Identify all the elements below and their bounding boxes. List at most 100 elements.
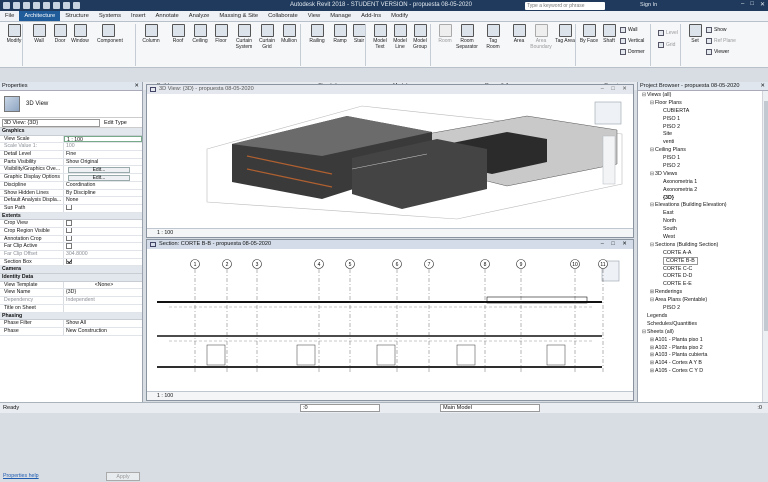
property-value[interactable] bbox=[64, 220, 142, 227]
grid-bubble[interactable]: 4 bbox=[314, 259, 324, 375]
section-canvas[interactable]: 1 2 3 4 5 6 7 8 9 10 11 bbox=[147, 249, 633, 392]
tree-node[interactable]: ⊟Floor Plans bbox=[638, 100, 768, 108]
view-type-dropdown[interactable]: 3D View: {3D} bbox=[2, 118, 100, 127]
edit-button[interactable]: Edit... bbox=[68, 175, 130, 181]
area-boundary-button[interactable]: Area Boundary bbox=[530, 24, 552, 50]
tree-node[interactable]: CORTE D-D bbox=[638, 273, 768, 281]
property-value[interactable]: Show Original bbox=[64, 159, 142, 166]
view-control-bar[interactable]: 1 : 100 bbox=[147, 391, 633, 400]
property-value[interactable]: Fine bbox=[64, 151, 142, 158]
railing-button[interactable]: Railing bbox=[306, 24, 328, 44]
tree-node[interactable]: PISO 1 bbox=[638, 116, 768, 124]
property-value[interactable]: Coordination bbox=[64, 182, 142, 189]
level-button[interactable]: Level bbox=[658, 30, 678, 36]
model-line-button[interactable]: Model Line bbox=[389, 24, 411, 50]
by-face-button[interactable]: By Face bbox=[578, 24, 600, 44]
section-view-window[interactable]: Section: CORTE B-B - propuesta 08-05-202… bbox=[146, 239, 634, 401]
property-value[interactable]: Edit... bbox=[64, 174, 142, 181]
tree-node[interactable]: CORTE E-E bbox=[638, 281, 768, 289]
tree-node[interactable]: ⊞A102 - Planta piso 2 bbox=[638, 345, 768, 353]
property-value[interactable]: <None> bbox=[64, 282, 142, 289]
measure-icon[interactable] bbox=[63, 2, 70, 9]
open-icon[interactable] bbox=[13, 2, 20, 9]
design-option-dropdown[interactable]: Main Model bbox=[440, 404, 540, 412]
grid-bubble[interactable]: 10 bbox=[570, 259, 580, 375]
property-value[interactable]: {3D} bbox=[64, 289, 142, 296]
floor-button[interactable]: Floor bbox=[210, 24, 232, 44]
room-button[interactable]: Room bbox=[434, 24, 456, 44]
tab-collaborate[interactable]: Collaborate bbox=[263, 11, 303, 21]
3d-view-icon[interactable] bbox=[73, 2, 80, 9]
property-value[interactable]: None bbox=[64, 197, 142, 204]
tree-node[interactable]: North bbox=[638, 218, 768, 226]
property-value[interactable]: New Construction bbox=[64, 328, 142, 335]
view-control-bar[interactable]: 1 : 100 bbox=[147, 228, 633, 237]
checkbox[interactable] bbox=[66, 258, 72, 265]
grid-bubble[interactable]: 1 bbox=[190, 259, 200, 375]
component-button[interactable]: Component bbox=[97, 24, 123, 44]
scrollbar-thumb[interactable] bbox=[764, 101, 768, 331]
checkbox[interactable] bbox=[66, 204, 72, 211]
search-input[interactable]: Type a keyword or phrase bbox=[525, 2, 605, 10]
workset-field[interactable]: :0 bbox=[300, 404, 380, 412]
curtain-grid-button[interactable]: Curtain Grid bbox=[256, 24, 278, 50]
grid-bubble[interactable]: 5 bbox=[345, 259, 355, 375]
tree-node[interactable]: ⊟Ceiling Plans bbox=[638, 147, 768, 155]
edit-type-button[interactable]: Edit Type bbox=[104, 120, 127, 126]
tree-node[interactable]: CUBIERTA bbox=[638, 108, 768, 116]
grid-bubble[interactable]: 2 bbox=[222, 259, 232, 375]
view-window-controls[interactable]: – □ ✕ bbox=[601, 85, 630, 94]
property-value[interactable] bbox=[64, 227, 142, 235]
window-button[interactable]: Window bbox=[69, 24, 91, 44]
grid-bubble[interactable]: 3 bbox=[252, 259, 262, 375]
ceiling-button[interactable]: Ceiling bbox=[189, 24, 211, 44]
tree-node[interactable]: East bbox=[638, 210, 768, 218]
tree-node[interactable]: Legends bbox=[638, 313, 768, 321]
set-button[interactable]: Set bbox=[684, 24, 706, 44]
vertical-button[interactable]: Vertical bbox=[620, 38, 644, 44]
maximize-icon[interactable]: □ bbox=[750, 1, 754, 8]
property-value[interactable] bbox=[64, 243, 142, 250]
tree-node[interactable]: PISO 2 bbox=[638, 305, 768, 313]
tree-node[interactable]: ⊟Area Plans (Rentable) bbox=[638, 297, 768, 305]
dormer-button[interactable]: Dormer bbox=[620, 49, 645, 55]
viewcube[interactable] bbox=[594, 101, 622, 125]
tab-architecture[interactable]: Architecture bbox=[19, 11, 61, 21]
close-icon[interactable]: ✕ bbox=[760, 1, 765, 8]
save-icon[interactable] bbox=[23, 2, 30, 9]
property-group-identity-data[interactable]: Identity Data bbox=[0, 274, 142, 282]
tree-node[interactable]: Site bbox=[638, 131, 768, 139]
tab-annotate[interactable]: Annotate bbox=[151, 11, 184, 21]
property-group-phasing[interactable]: Phasing bbox=[0, 312, 142, 321]
property-value[interactable] bbox=[64, 305, 142, 312]
model-group-button[interactable]: Model Group bbox=[409, 24, 431, 50]
door-button[interactable]: Door bbox=[49, 24, 71, 44]
ref-plane-button[interactable]: Ref Plane bbox=[706, 38, 736, 44]
tab-file[interactable]: File bbox=[0, 11, 19, 21]
view-window-controls[interactable]: – □ ✕ bbox=[601, 240, 630, 249]
browser-scrollbar[interactable] bbox=[762, 91, 768, 402]
tree-node[interactable]: ⊞A101 - Planta piso 1 bbox=[638, 337, 768, 345]
property-value[interactable] bbox=[64, 235, 142, 243]
tab-analyze[interactable]: Analyze bbox=[184, 11, 215, 21]
grid-bubble[interactable]: 6 bbox=[392, 259, 402, 375]
checkbox[interactable] bbox=[66, 227, 72, 234]
tree-node[interactable]: ⊟Views (all) bbox=[638, 92, 768, 100]
property-value[interactable]: 1 : 100 bbox=[64, 135, 142, 143]
tree-node[interactable]: ⊟Elevations (Building Elevation) bbox=[638, 202, 768, 210]
tree-node[interactable]: ⊟Sheets (all) bbox=[638, 329, 768, 337]
property-value[interactable] bbox=[64, 204, 142, 212]
tree-node[interactable]: CORTE A-A bbox=[638, 250, 768, 258]
tree-node[interactable]: ⊟Sections (Building Section) bbox=[638, 242, 768, 250]
wall-button[interactable]: Wall bbox=[620, 27, 638, 33]
tab-manage[interactable]: Manage bbox=[325, 11, 356, 21]
viewer-button[interactable]: Viewer bbox=[706, 49, 729, 55]
3d-model-canvas[interactable] bbox=[147, 94, 633, 228]
mullion-button[interactable]: Mullion bbox=[278, 24, 300, 44]
property-value[interactable]: Show All bbox=[64, 320, 142, 327]
redo-icon[interactable] bbox=[43, 2, 50, 9]
tree-node[interactable]: West bbox=[638, 234, 768, 242]
tree-node[interactable]: ⊞A104 - Cortes A Y B bbox=[638, 360, 768, 368]
tree-node[interactable]: ⊞A103 - Planta cubierta bbox=[638, 352, 768, 360]
edit-button[interactable]: Edit... bbox=[68, 167, 130, 174]
